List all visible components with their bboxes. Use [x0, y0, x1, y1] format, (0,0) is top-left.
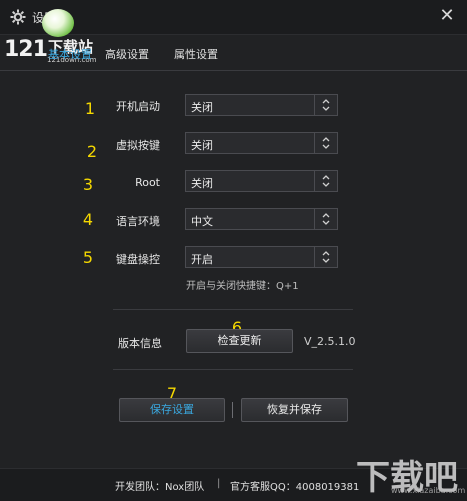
logo-ball-icon: [42, 9, 74, 37]
setting-label-root: Root: [135, 176, 160, 189]
setting-label-virtual-keys: 虚拟按键: [116, 139, 160, 152]
root-select-value: 关闭: [191, 177, 213, 190]
chevron-updown-icon: [314, 171, 337, 191]
button-separator: [232, 402, 233, 418]
close-button[interactable]: ✕: [437, 6, 457, 26]
logo-number: 121: [4, 37, 48, 62]
restore-and-save-button[interactable]: 恢复并保存: [241, 398, 348, 422]
support-qq-text: 官方客服QQ：4008019381: [230, 482, 360, 493]
shortcut-hint: 开启与关闭快捷键：Q+1: [186, 281, 299, 292]
tab-basic-settings[interactable]: 基本设置: [48, 46, 92, 62]
language-select-value: 中文: [191, 215, 213, 228]
language-select[interactable]: 中文: [185, 208, 338, 230]
gear-icon: [10, 9, 26, 25]
save-settings-button[interactable]: 保存设置: [119, 398, 225, 422]
tab-property-settings[interactable]: 属性设置: [174, 46, 218, 62]
close-icon: ✕: [439, 5, 455, 26]
chevron-updown-icon: [314, 209, 337, 229]
dev-team-text: 开发团队：Nox团队: [115, 482, 205, 493]
autostart-select[interactable]: 关闭: [185, 94, 338, 116]
watermark-url: www.xiazaiba.com: [391, 486, 466, 495]
setting-label-keyboard-control: 键盘操控: [116, 253, 160, 266]
virtual-keys-select[interactable]: 关闭: [185, 132, 338, 154]
section-divider: [113, 369, 353, 370]
autostart-select-value: 关闭: [191, 101, 213, 114]
chevron-updown-icon: [314, 95, 337, 115]
chevron-updown-icon: [314, 247, 337, 267]
keyboard-control-select[interactable]: 开启: [185, 246, 338, 268]
setting-label-language: 语言环境: [116, 215, 160, 228]
chevron-updown-icon: [314, 133, 337, 153]
tab-advanced-settings[interactable]: 高级设置: [105, 46, 149, 62]
version-number: V_2.5.1.0: [304, 335, 356, 348]
tab-divider: [0, 70, 467, 71]
setting-label-autostart: 开机启动: [116, 100, 160, 113]
check-update-button[interactable]: 检查更新: [186, 329, 293, 353]
root-select[interactable]: 关闭: [185, 170, 338, 192]
footer-separator: |: [217, 478, 221, 489]
keyboard-control-select-value: 开启: [191, 253, 213, 266]
version-info-label: 版本信息: [118, 337, 162, 350]
section-divider: [113, 309, 353, 310]
virtual-keys-select-value: 关闭: [191, 139, 213, 152]
